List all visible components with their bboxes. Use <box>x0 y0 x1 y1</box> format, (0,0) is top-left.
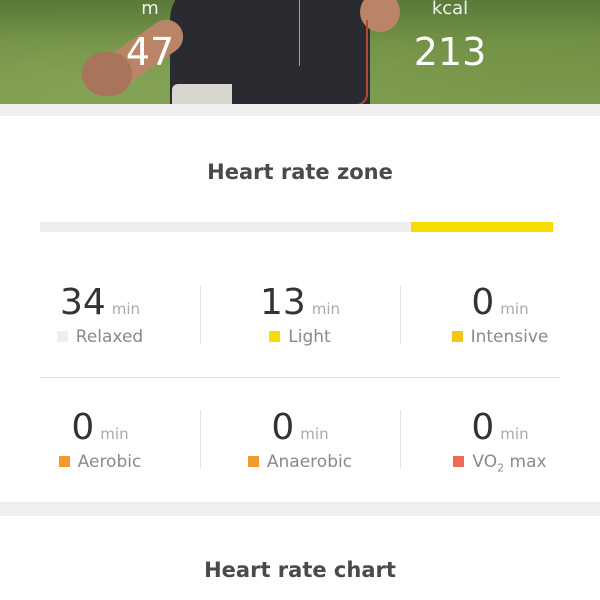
earphone-cable <box>352 20 368 104</box>
zone-unit: min <box>311 300 341 318</box>
zone-aerobic: 0 min Aerobic <box>0 407 200 472</box>
zone-label: Intensive <box>470 327 549 347</box>
runner-shorts <box>172 84 232 104</box>
zone-swatch <box>247 456 259 467</box>
column-divider <box>400 286 401 344</box>
distance-value: 47 <box>125 30 175 74</box>
heart-rate-chart-title: Heart rate chart <box>204 558 396 582</box>
zone-value: 0 <box>71 407 95 448</box>
calories-unit: kcal <box>431 0 469 19</box>
zone-value: 0 <box>271 407 295 448</box>
zone-label: Anaerobic <box>266 452 353 472</box>
zone-swatch <box>58 456 70 467</box>
column-divider <box>200 286 201 344</box>
stat-divider <box>299 0 300 66</box>
zone-value: 0 <box>471 282 495 323</box>
heart-rate-zone-card: Heart rate zone 34 min Relaxed 13 min Ligh… <box>0 116 600 502</box>
zone-swatch <box>451 331 463 342</box>
zone-label: Light <box>288 327 331 347</box>
zone-swatch <box>269 331 281 342</box>
zone-intensive: 0 min Intensive <box>400 282 600 347</box>
zone-unit: min <box>111 300 141 318</box>
zone-value: 0 <box>471 407 495 448</box>
zone-unit: min <box>500 300 529 318</box>
zone-distribution-bar <box>40 222 553 232</box>
zone-anaerobic: 0 min Anaerobic <box>200 407 400 472</box>
zone-unit: min <box>100 425 129 443</box>
heart-rate-zone-title: Heart rate zone <box>207 160 393 184</box>
hero-photo: m 47 kcal 213 <box>0 0 600 104</box>
zone-value: 34 <box>59 282 106 323</box>
column-divider <box>400 410 401 468</box>
zone-light: 13 min Light <box>200 282 400 347</box>
zone-relaxed: 34 min Relaxed <box>0 282 200 347</box>
zone-unit: min <box>300 425 329 443</box>
zone-label: VO2 max <box>472 452 547 475</box>
distance-unit: m <box>141 0 159 19</box>
zone-value: 13 <box>259 282 306 323</box>
zone-swatch <box>453 456 465 467</box>
heart-rate-chart-card: Heart rate chart <box>0 516 600 600</box>
zone-swatch <box>56 331 68 342</box>
zone-label: Aerobic <box>77 452 142 472</box>
column-divider <box>200 410 201 468</box>
zone-vo2max: 0 min VO2 max <box>400 407 600 474</box>
row-divider <box>40 377 560 378</box>
zone-bar-light-segment <box>410 222 553 232</box>
zone-label: Relaxed <box>75 327 144 347</box>
calories-value: 213 <box>413 30 487 74</box>
zone-unit: min <box>500 425 529 443</box>
